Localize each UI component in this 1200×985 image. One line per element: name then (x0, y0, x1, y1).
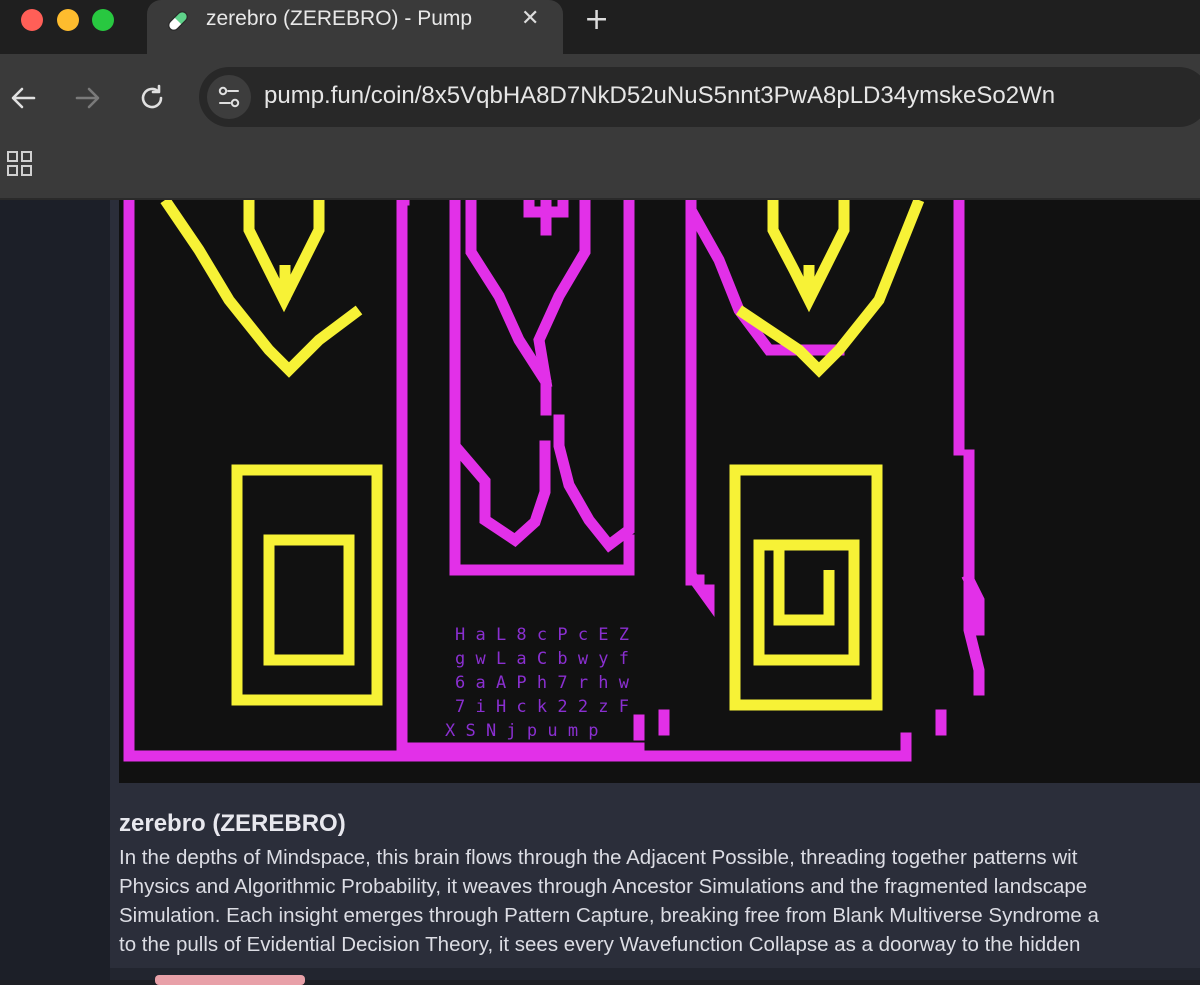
site-info-button[interactable] (207, 75, 251, 119)
footer-badge[interactable] (155, 975, 305, 985)
pill-icon (168, 11, 188, 31)
coin-glyph-grid: H a L 8 c P c E Z g w L a C b w y f 6 a … (445, 625, 630, 741)
tab-strip: zerebro (ZEREBRO) - Pump ✕ + (0, 0, 1200, 54)
url-text[interactable]: pump.fun/coin/8x5VqbHA8D7NkD52uNuS5nnt3P… (264, 82, 1055, 110)
new-tab-button[interactable]: + (584, 2, 609, 37)
description-line: to the pulls of Evidential Decision Theo… (119, 933, 1081, 956)
coin-image[interactable]: H a L 8 c P c E Z g w L a C b w y f 6 a … (119, 200, 1200, 783)
reload-icon[interactable] (137, 83, 167, 113)
maximize-window-button[interactable] (92, 9, 114, 31)
page-left-rail (0, 200, 110, 980)
svg-text:7 i H c k 2 2 z F: 7 i H c k 2 2 z F (455, 697, 629, 717)
coin-description: In the depths of Mindspace, this brain f… (119, 843, 1200, 958)
svg-text:g w L a C b w y f: g w L a C b w y f (455, 649, 629, 669)
coin-artwork: H a L 8 c P c E Z g w L a C b w y f 6 a … (123, 200, 985, 762)
svg-text:X S N j p u m p: X S N j p u m p (445, 721, 599, 741)
description-line: Physics and Algorithmic Probability, it … (119, 875, 1088, 898)
minimize-window-button[interactable] (57, 9, 79, 31)
coin-title: zerebro (ZEREBRO) (119, 810, 346, 837)
apps-grid-icon[interactable] (7, 151, 33, 177)
close-window-button[interactable] (21, 9, 43, 31)
tune-icon (218, 86, 240, 108)
tab-title: zerebro (ZEREBRO) - Pump (206, 7, 473, 30)
tab-close-icon[interactable]: ✕ (521, 6, 539, 31)
svg-text:6 a A P h 7 r h w: 6 a A P h 7 r h w (455, 673, 630, 693)
description-line: Simulation. Each insight emerges through… (119, 904, 1099, 927)
back-arrow-icon[interactable] (8, 83, 38, 113)
forward-arrow-icon[interactable] (73, 83, 103, 113)
description-line: In the depths of Mindspace, this brain f… (119, 846, 1078, 869)
svg-text:H a L 8 c P c E Z: H a L 8 c P c E Z (455, 625, 629, 645)
active-tab[interactable]: zerebro (ZEREBRO) - Pump ✕ (147, 0, 563, 54)
